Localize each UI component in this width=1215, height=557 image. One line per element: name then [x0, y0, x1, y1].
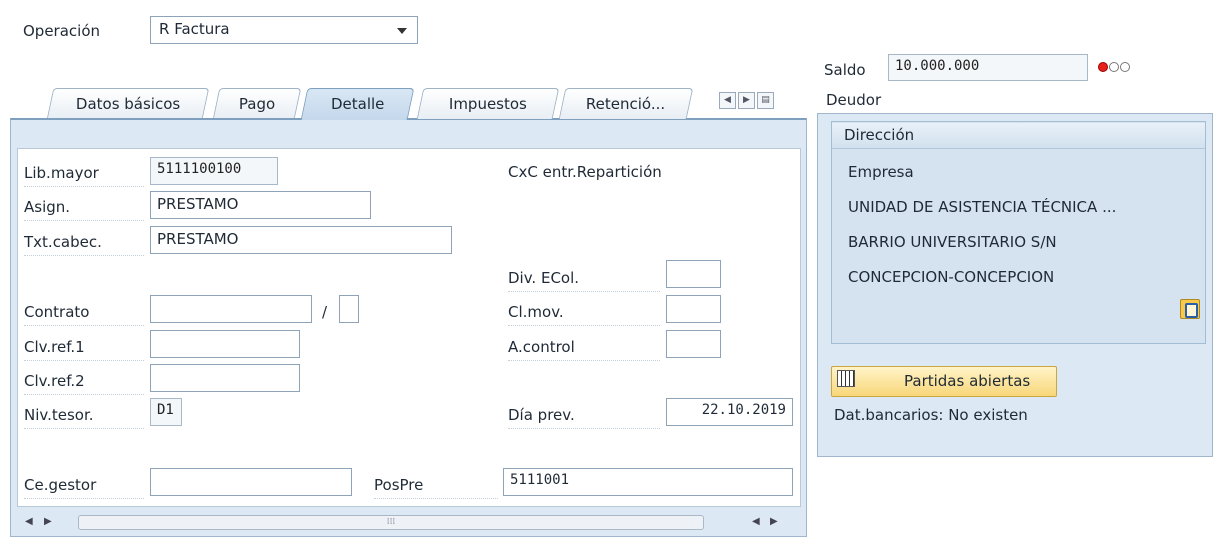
operation-select[interactable]: R Factura: [150, 16, 418, 44]
contrato-separator: /: [322, 303, 328, 321]
lib-mayor-label: Lib.mayor: [24, 164, 99, 182]
address-line: BARRIO UNIVERSITARIO S/N: [848, 233, 1057, 251]
partidas-abiertas-label: Partidas abiertas: [904, 372, 1031, 390]
tab-retencion[interactable]: Retenció...: [558, 88, 694, 119]
scroll-right-icon[interactable]: ▶: [44, 516, 52, 527]
contrato-input[interactable]: [150, 295, 312, 323]
cl-mov-input[interactable]: [666, 295, 721, 323]
tab-list-icon[interactable]: ▤: [757, 92, 774, 109]
contrato-position-input[interactable]: [339, 295, 359, 323]
clv-ref1-input[interactable]: [150, 330, 300, 358]
txt-cabec-input[interactable]: PRESTAMO: [150, 226, 452, 254]
saldo-field: 10.000.000: [888, 54, 1088, 81]
a-control-label: A.control: [508, 338, 575, 356]
chevron-down-icon: [397, 28, 407, 34]
ce-gestor-label: Ce.gestor: [24, 476, 97, 494]
address-line: UNIDAD DE ASISTENCIA TÉCNICA ...: [848, 198, 1117, 216]
operation-label: Operación: [23, 22, 101, 40]
cl-mov-label: Cl.mov.: [508, 303, 564, 321]
address-line: CONCEPCION-CONCEPCION: [848, 268, 1055, 286]
pospre-label: PosPre: [374, 476, 424, 494]
scroll-right-end-icon[interactable]: ▶: [770, 516, 778, 527]
direccion-header: Dirección: [832, 123, 1205, 149]
tab-pago[interactable]: Pago: [212, 88, 302, 119]
address-line: Empresa: [848, 163, 914, 181]
direccion-title: Dirección: [844, 126, 915, 144]
status-yellow-light-icon: [1109, 62, 1119, 72]
operation-value: R Factura: [159, 20, 230, 38]
tab-datos-basicos[interactable]: Datos básicos: [46, 88, 210, 119]
contrato-label: Contrato: [24, 303, 90, 321]
ce-gestor-input[interactable]: [150, 468, 352, 496]
address-details-icon[interactable]: [1180, 299, 1200, 319]
a-control-input[interactable]: [666, 330, 721, 358]
cxc-reparticion-label: CxC entr.Repartición: [508, 163, 662, 181]
partidas-abiertas-button[interactable]: Partidas abiertas: [831, 366, 1057, 397]
scroll-left-end-icon[interactable]: ◀: [752, 516, 760, 527]
clv-ref1-label: Clv.ref.1: [24, 338, 85, 356]
tab-impuestos[interactable]: Impuestos: [416, 88, 560, 119]
detail-form-area: [17, 148, 801, 507]
pospre-input[interactable]: 5111001: [503, 468, 793, 496]
txt-cabec-label: Txt.cabec.: [24, 233, 102, 251]
clv-ref2-label: Clv.ref.2: [24, 372, 85, 390]
tab-detalle[interactable]: Detalle: [300, 88, 415, 120]
dia-prev-label: Día prev.: [508, 406, 575, 424]
div-ecol-input[interactable]: [666, 260, 721, 288]
tab-scroll-left-icon[interactable]: ◀: [719, 92, 736, 109]
saldo-label: Saldo: [824, 61, 866, 79]
bank-info-text: Dat.bancarios: No existen: [834, 406, 1028, 424]
div-ecol-label: Div. ECol.: [508, 269, 580, 287]
asign-label: Asign.: [24, 198, 71, 216]
lib-mayor-field: 5111100100: [150, 157, 278, 185]
scroll-left-icon[interactable]: ◀: [25, 516, 33, 527]
niv-tesor-field: D1: [150, 398, 182, 426]
table-icon: [837, 370, 855, 387]
tab-scroll-right-icon[interactable]: ▶: [738, 92, 755, 109]
dia-prev-input[interactable]: 22.10.2019: [666, 398, 793, 426]
clv-ref2-input[interactable]: [150, 364, 300, 392]
deudor-title: Deudor: [826, 91, 882, 109]
status-green-light-icon: [1120, 62, 1130, 72]
status-red-light-icon: [1098, 62, 1108, 72]
horizontal-scrollbar[interactable]: ⁞⁞⁞: [78, 515, 704, 530]
asign-input[interactable]: PRESTAMO: [150, 191, 371, 219]
niv-tesor-label: Niv.tesor.: [24, 406, 94, 424]
